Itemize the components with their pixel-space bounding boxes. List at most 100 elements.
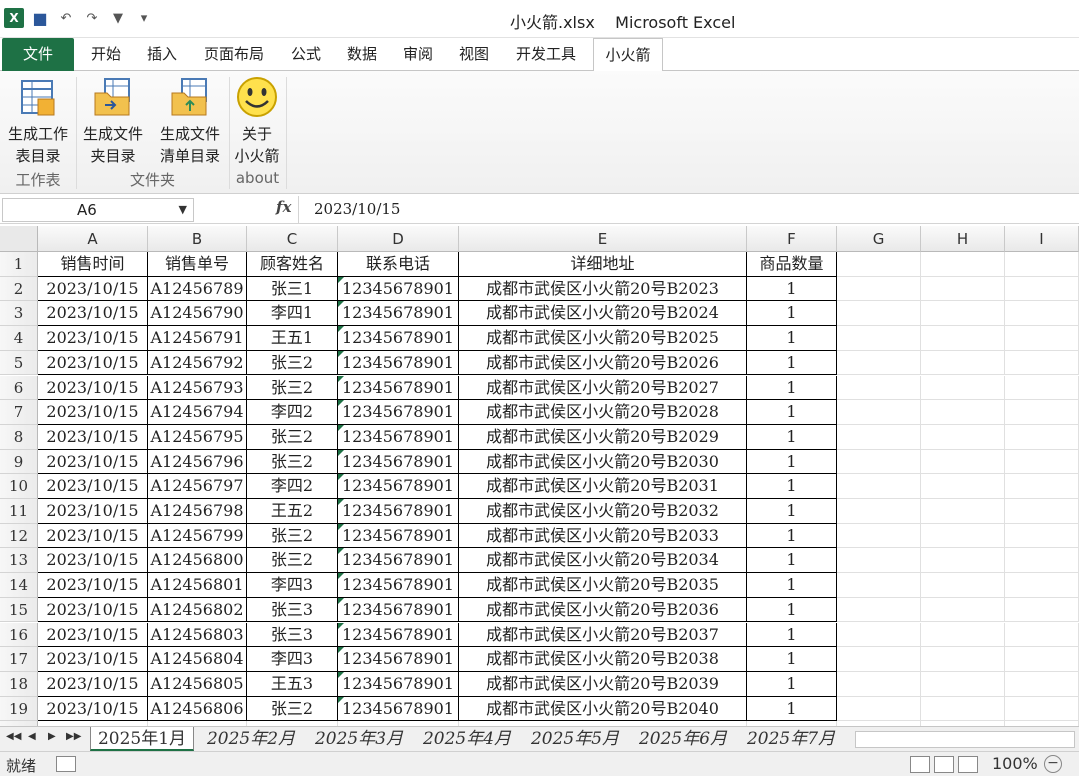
header-cell[interactable]: 销售时间 [38, 252, 148, 277]
table-cell[interactable] [1005, 499, 1079, 524]
row-header[interactable]: 5 [0, 350, 38, 376]
table-cell[interactable]: 1 [747, 449, 837, 475]
table-cell[interactable] [1005, 276, 1079, 302]
row-header[interactable]: 16 [0, 622, 38, 648]
table-cell[interactable]: 成都市武侯区小火箭20号B2040 [459, 696, 747, 722]
table-cell[interactable]: 张三2 [247, 350, 338, 376]
column-header-f[interactable]: F [747, 226, 837, 252]
row-header[interactable]: 6 [0, 375, 38, 401]
table-cell[interactable] [837, 400, 921, 425]
table-cell[interactable]: A12456798 [148, 499, 247, 524]
table-cell[interactable]: 李四2 [247, 400, 338, 425]
row-header[interactable]: 7 [0, 400, 38, 425]
table-cell[interactable] [921, 647, 1005, 672]
table-cell[interactable]: 2023/10/15 [38, 523, 148, 549]
table-cell[interactable] [1005, 671, 1079, 697]
table-cell[interactable]: 张三2 [247, 696, 338, 722]
table-cell[interactable] [837, 326, 921, 351]
table-cell[interactable] [921, 597, 1005, 623]
tab-review[interactable]: 审阅 [392, 38, 444, 71]
table-cell[interactable] [837, 252, 921, 277]
zoom-level[interactable]: 100% [992, 754, 1038, 773]
table-cell[interactable]: 2023/10/15 [38, 449, 148, 475]
table-cell[interactable]: 2023/10/15 [38, 499, 148, 524]
page-layout-view-icon[interactable] [934, 756, 954, 773]
normal-view-icon[interactable] [910, 756, 930, 773]
table-cell[interactable]: A12456800 [148, 548, 247, 574]
table-cell[interactable]: 成都市武侯区小火箭20号B2032 [459, 499, 747, 524]
table-cell[interactable]: 张三2 [247, 548, 338, 574]
next-sheet-icon[interactable]: ▶ [48, 731, 56, 742]
table-cell[interactable]: 2023/10/15 [38, 548, 148, 574]
generate-folder-index-button[interactable]: 生成文件 夹目录 [78, 75, 148, 167]
table-cell[interactable]: 成都市武侯区小火箭20号B2031 [459, 474, 747, 499]
table-cell[interactable]: 1 [747, 474, 837, 499]
table-cell[interactable] [837, 573, 921, 598]
table-cell[interactable]: 2023/10/15 [38, 375, 148, 401]
table-cell[interactable] [837, 424, 921, 450]
table-cell[interactable] [837, 671, 921, 697]
row-header[interactable]: 11 [0, 499, 38, 524]
table-cell[interactable]: 12345678901 [338, 276, 459, 302]
table-cell[interactable]: 1 [747, 375, 837, 401]
sheet-tab[interactable]: 2025年2月 [198, 727, 304, 751]
table-cell[interactable]: 成都市武侯区小火箭20号B2027 [459, 375, 747, 401]
table-cell[interactable]: A12456791 [148, 326, 247, 351]
table-cell[interactable]: 1 [747, 573, 837, 598]
table-cell[interactable]: A12456796 [148, 449, 247, 475]
table-cell[interactable]: 12345678901 [338, 548, 459, 574]
column-header-b[interactable]: B [148, 226, 247, 252]
tab-data[interactable]: 数据 [336, 38, 388, 71]
table-cell[interactable]: 12345678901 [338, 400, 459, 425]
table-cell[interactable] [921, 523, 1005, 549]
table-cell[interactable]: 成都市武侯区小火箭20号B2025 [459, 326, 747, 351]
table-cell[interactable]: 1 [747, 647, 837, 672]
table-cell[interactable]: 成都市武侯区小火箭20号B2023 [459, 276, 747, 302]
table-cell[interactable] [1005, 474, 1079, 499]
table-cell[interactable] [837, 350, 921, 376]
column-header-c[interactable]: C [247, 226, 338, 252]
table-cell[interactable]: 成都市武侯区小火箭20号B2026 [459, 350, 747, 376]
row-header[interactable]: 2 [0, 276, 38, 302]
table-cell[interactable] [837, 622, 921, 648]
table-cell[interactable]: A12456797 [148, 474, 247, 499]
table-cell[interactable]: 2023/10/15 [38, 622, 148, 648]
row-header[interactable]: 8 [0, 424, 38, 450]
column-header-a[interactable]: A [38, 226, 148, 252]
table-cell[interactable]: 12345678901 [338, 597, 459, 623]
table-cell[interactable]: 12345678901 [338, 350, 459, 376]
table-cell[interactable] [921, 671, 1005, 697]
row-header[interactable]: 19 [0, 696, 38, 722]
table-cell[interactable] [1005, 400, 1079, 425]
table-cell[interactable]: 成都市武侯区小火箭20号B2033 [459, 523, 747, 549]
sheet-tab[interactable]: 2025年6月 [630, 727, 736, 751]
table-cell[interactable]: 1 [747, 499, 837, 524]
table-cell[interactable] [921, 696, 1005, 722]
table-cell[interactable] [1005, 326, 1079, 351]
table-cell[interactable]: 2023/10/15 [38, 597, 148, 623]
table-cell[interactable] [1005, 424, 1079, 450]
table-cell[interactable] [837, 499, 921, 524]
table-cell[interactable]: 张三2 [247, 523, 338, 549]
row-header[interactable]: 18 [0, 671, 38, 697]
table-cell[interactable]: 12345678901 [338, 696, 459, 722]
table-cell[interactable]: 成都市武侯区小火箭20号B2034 [459, 548, 747, 574]
table-cell[interactable]: 张三2 [247, 424, 338, 450]
customize-qat-icon[interactable]: ▾ [134, 8, 154, 28]
table-cell[interactable]: 12345678901 [338, 622, 459, 648]
table-cell[interactable] [837, 276, 921, 302]
table-cell[interactable]: 12345678901 [338, 671, 459, 697]
row-header[interactable]: 15 [0, 597, 38, 623]
table-cell[interactable] [1005, 449, 1079, 475]
table-cell[interactable] [1005, 375, 1079, 401]
header-cell[interactable]: 详细地址 [459, 252, 747, 277]
table-cell[interactable] [1005, 696, 1079, 722]
header-cell[interactable]: 顾客姓名 [247, 252, 338, 277]
table-cell[interactable]: 成都市武侯区小火箭20号B2029 [459, 424, 747, 450]
row-header[interactable]: 1 [0, 252, 38, 277]
about-xiaohuojian-button[interactable]: 关于 小火箭 [230, 75, 284, 167]
sheet-tab[interactable]: 2025年4月 [414, 727, 520, 751]
table-cell[interactable]: 1 [747, 523, 837, 549]
row-header[interactable]: 14 [0, 573, 38, 598]
table-cell[interactable]: 2023/10/15 [38, 647, 148, 672]
